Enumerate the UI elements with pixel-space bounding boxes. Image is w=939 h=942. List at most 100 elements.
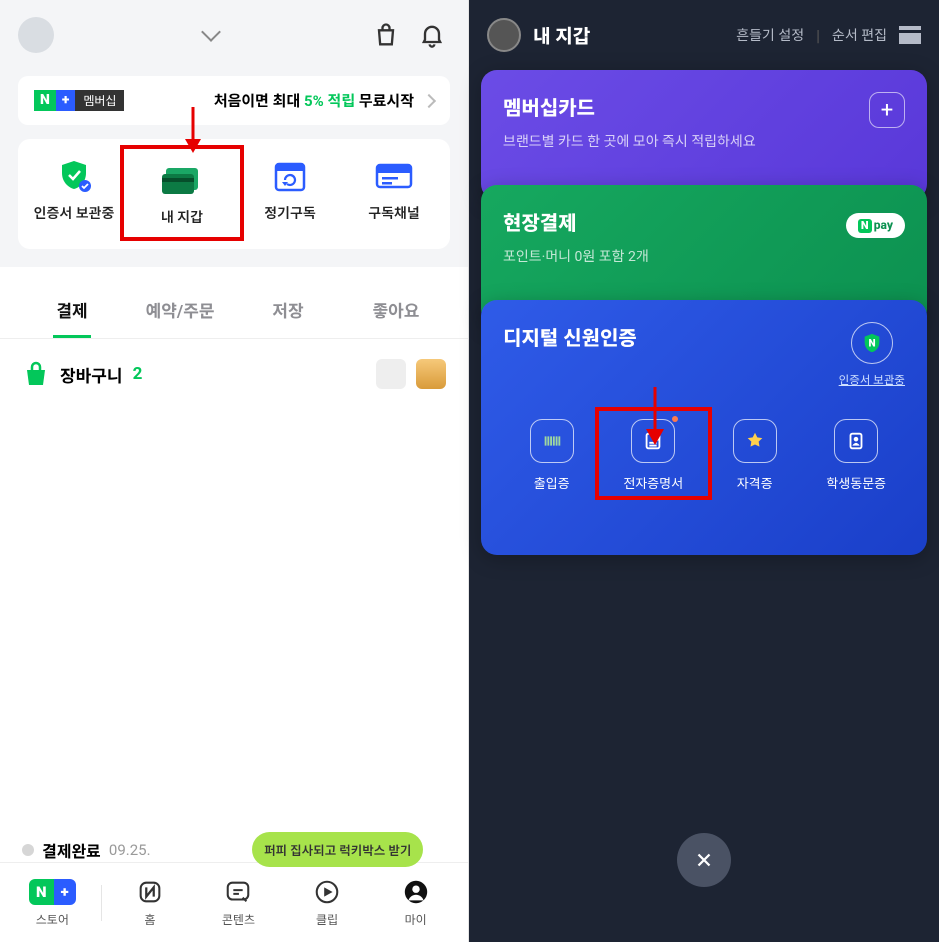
- nav-my[interactable]: 마이: [371, 877, 460, 928]
- home-icon: [135, 877, 165, 907]
- close-icon: [693, 849, 715, 871]
- bell-icon: [418, 21, 446, 49]
- content-icon: [223, 877, 253, 907]
- chevron-right-icon: [422, 93, 436, 107]
- close-button[interactable]: [677, 833, 731, 887]
- channel-list-icon: [372, 159, 416, 193]
- wallet-title: 내 지갑: [533, 22, 590, 49]
- nav-label: 홈: [144, 911, 155, 928]
- npay-badge: Npay: [846, 213, 905, 238]
- annotation-arrow-right: [640, 385, 670, 449]
- left-header: [0, 0, 468, 70]
- shield-n-icon: N: [851, 322, 893, 364]
- banner-suffix: 무료시작: [355, 92, 414, 110]
- id-label: 자격증: [737, 473, 773, 492]
- medal-icon: [733, 419, 777, 463]
- cart-label: 장바구니: [60, 362, 123, 387]
- separator: |: [816, 26, 820, 45]
- digital-id-card[interactable]: 디지털 신원인증 N 인증서 보관중 출입증: [481, 300, 927, 555]
- id-item-row: 출입증 전자증명서 자격증: [503, 419, 905, 492]
- card-subtitle: 포인트·머니 0원 포함 2개: [503, 246, 905, 266]
- content-tabs: 결제 예약/주문 저장 좋아요: [0, 267, 468, 338]
- svg-text:N: N: [868, 339, 875, 350]
- cart-thumb-2: [416, 359, 446, 389]
- membership-badge: N + 멤버십: [34, 90, 124, 111]
- membership-card[interactable]: 멤버십카드 브랜드별 카드 한 곳에 모아 즉시 적립하세요 +: [481, 70, 927, 200]
- id-card-icon: [834, 419, 878, 463]
- avatar[interactable]: [487, 18, 521, 52]
- add-card-button[interactable]: +: [869, 92, 905, 128]
- bottom-nav: N+ 스토어 홈 콘텐츠 클립 마이: [0, 862, 468, 942]
- tab-payment[interactable]: 결제: [18, 285, 126, 338]
- qa-cert-storage[interactable]: 인증서 보관중: [22, 159, 126, 231]
- quick-action-row: 인증서 보관중 내 지갑 정기구독 구독채널: [18, 139, 450, 249]
- view-toggle-icon[interactable]: [899, 26, 921, 44]
- id-label: 출입증: [534, 473, 570, 492]
- bag-icon: [372, 21, 400, 49]
- card-title: 현장결제: [503, 207, 905, 236]
- id-item-pass[interactable]: 출입증: [503, 419, 601, 492]
- shopping-bag-icon: [22, 361, 50, 387]
- qa-label: 구독채널: [368, 203, 420, 223]
- cart-row[interactable]: 장바구니 2: [0, 338, 468, 409]
- store-badge-icon: N+: [29, 879, 76, 905]
- notification-icon-button[interactable]: [414, 17, 450, 53]
- banner-text: 처음이면 최대 5% 적립 무료시작: [214, 90, 414, 111]
- nav-clip[interactable]: 클립: [283, 877, 372, 928]
- qa-my-wallet[interactable]: 내 지갑: [120, 145, 244, 241]
- right-phone-screen: 내 지갑 흔들기 설정 | 순서 편집 멤버십카드 브랜드별 카드 한 곳에 모…: [469, 0, 939, 942]
- cart-thumb-1: [376, 359, 406, 389]
- id-label: 학생동문증: [826, 473, 886, 492]
- cart-icon-button[interactable]: [368, 17, 404, 53]
- badge-n: N: [34, 90, 56, 111]
- annotation-arrow-left: [178, 105, 208, 157]
- avatar[interactable]: [18, 17, 54, 53]
- nav-store[interactable]: N+ 스토어: [8, 877, 97, 928]
- wallet-header: 내 지갑 흔들기 설정 | 순서 편집: [469, 0, 939, 70]
- order-complete-row[interactable]: 결제완료 09.25. 퍼피 집사되고 럭키박스 받기: [0, 822, 468, 862]
- badge-member-label: 멤버십: [75, 90, 124, 111]
- nav-label: 클립: [316, 911, 338, 928]
- card-title: 멤버십카드: [503, 92, 905, 121]
- qa-subscribe-channel[interactable]: 구독채널: [342, 159, 446, 231]
- calendar-refresh-icon: [268, 159, 312, 193]
- cert-storage-link[interactable]: N 인증서 보관중: [839, 322, 905, 388]
- promo-bubble[interactable]: 퍼피 집사되고 럭키박스 받기: [252, 832, 423, 867]
- nav-label: 마이: [405, 911, 427, 928]
- nav-home[interactable]: 홈: [106, 877, 195, 928]
- person-icon: [401, 877, 431, 907]
- nav-divider: [101, 885, 102, 921]
- id-item-student[interactable]: 학생동문증: [808, 419, 906, 492]
- order-complete-date: 09.25.: [109, 841, 151, 859]
- banner-pct: 5% 적립: [304, 92, 355, 110]
- shield-check-icon: [52, 159, 96, 193]
- timeline-dot-icon: [22, 844, 34, 856]
- id-item-qualification[interactable]: 자격증: [706, 419, 804, 492]
- membership-banner[interactable]: N + 멤버십 처음이면 최대 5% 적립 무료시작: [18, 76, 450, 125]
- wallet-icon: [160, 163, 204, 197]
- qa-label: 인증서 보관중: [34, 203, 115, 223]
- nav-content[interactable]: 콘텐츠: [194, 877, 283, 928]
- cart-count: 2: [133, 364, 143, 384]
- barcode-icon: [530, 419, 574, 463]
- tab-like[interactable]: 좋아요: [342, 285, 450, 338]
- order-edit-link[interactable]: 순서 편집: [832, 25, 887, 45]
- nav-label: 콘텐츠: [222, 911, 255, 928]
- chevron-down-icon: [201, 22, 221, 42]
- qa-label: 정기구독: [264, 203, 316, 223]
- qa-label: 내 지갑: [161, 207, 203, 227]
- qa-subscription[interactable]: 정기구독: [238, 159, 342, 231]
- tab-save[interactable]: 저장: [234, 285, 342, 338]
- clip-play-icon: [312, 877, 342, 907]
- badge-plus: +: [56, 90, 75, 111]
- wallet-card-stack: 멤버십카드 브랜드별 카드 한 곳에 모아 즉시 적립하세요 + 현장결제 포인…: [469, 70, 939, 570]
- shield-label: 인증서 보관중: [839, 372, 905, 388]
- banner-prefix: 처음이면 최대: [214, 92, 304, 110]
- tab-reservation[interactable]: 예약/주문: [126, 285, 234, 338]
- order-complete-label: 결제완료: [42, 838, 101, 862]
- shake-setting-link[interactable]: 흔들기 설정: [736, 25, 804, 45]
- left-phone-screen: N + 멤버십 처음이면 최대 5% 적립 무료시작 인증서 보관중 내 지갑: [0, 0, 469, 942]
- card-subtitle: 브랜드별 카드 한 곳에 모아 즉시 적립하세요: [503, 131, 905, 151]
- nav-label: 스토어: [36, 911, 69, 928]
- header-dropdown[interactable]: [64, 31, 358, 39]
